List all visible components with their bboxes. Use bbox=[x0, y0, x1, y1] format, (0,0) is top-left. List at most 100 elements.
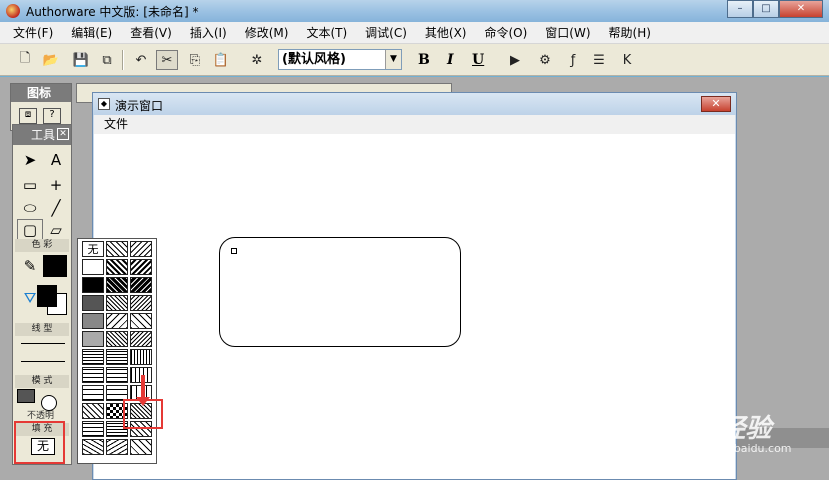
pattern-diag-11[interactable] bbox=[130, 331, 152, 347]
underline-button[interactable]: U bbox=[472, 52, 484, 68]
mode-swatch[interactable] bbox=[17, 389, 35, 403]
import-icon[interactable]: ⧉ bbox=[96, 50, 118, 70]
polygon-tool-icon[interactable]: ▱ bbox=[43, 219, 69, 241]
mode-section-label: 模 式 bbox=[15, 375, 69, 388]
close-button[interactable]: ✕ bbox=[779, 0, 823, 18]
rounded-rectangle-tool-icon[interactable]: ▢ bbox=[17, 219, 43, 241]
line-style-arrow[interactable] bbox=[21, 361, 65, 362]
watermark-url: jingyan.baidu.com bbox=[690, 442, 792, 455]
display-icon[interactable]: ⧈ bbox=[19, 108, 37, 124]
menu-bar: 文件(F) 编辑(E) 查看(V) 插入(I) 修改(M) 文本(T) 调试(C… bbox=[0, 22, 829, 44]
pattern-solid[interactable] bbox=[82, 277, 104, 293]
pattern-diag-6[interactable] bbox=[130, 277, 152, 293]
crosshair-tool-icon[interactable]: + bbox=[43, 174, 69, 196]
rectangle-tool-icon[interactable]: ▭ bbox=[17, 174, 43, 196]
pattern-crosshatch-1[interactable] bbox=[106, 331, 128, 347]
interaction-icon[interactable]: ? bbox=[43, 108, 61, 124]
pattern-zigzag-2[interactable] bbox=[106, 439, 128, 455]
dropdown-arrow-icon[interactable]: ▼ bbox=[385, 50, 401, 69]
undo-icon[interactable]: ↶ bbox=[130, 50, 152, 70]
knowledge-objects-icon[interactable]: K bbox=[616, 50, 638, 70]
new-file-icon[interactable]: 🗋 bbox=[14, 50, 36, 70]
pattern-zigzag-1[interactable] bbox=[82, 439, 104, 455]
title-bar: Authorware 中文版: [未命名] * – □ ✕ bbox=[0, 0, 829, 22]
menu-text[interactable]: 文本(T) bbox=[297, 24, 356, 41]
presentation-close-button[interactable]: ✕ bbox=[701, 96, 731, 112]
pattern-diag-5[interactable] bbox=[106, 277, 128, 293]
authorware-app-icon bbox=[6, 4, 20, 18]
pattern-dots-1[interactable] bbox=[82, 349, 104, 365]
tools-palette-title: 工具 ✕ bbox=[13, 125, 71, 145]
pattern-diag-8[interactable] bbox=[130, 295, 152, 311]
pattern-dots-2[interactable] bbox=[82, 367, 104, 383]
find-icon[interactable]: ✲ bbox=[246, 50, 268, 70]
menu-other[interactable]: 其他(X) bbox=[416, 24, 476, 41]
text-style-value: (默认风格) bbox=[282, 52, 346, 67]
pattern-diag-1[interactable] bbox=[106, 241, 128, 257]
maximize-button[interactable]: □ bbox=[753, 0, 779, 18]
menu-insert[interactable]: 插入(I) bbox=[181, 24, 236, 41]
line-color-swatch[interactable] bbox=[43, 255, 67, 277]
italic-button[interactable]: I bbox=[447, 52, 454, 68]
control-panel-icon[interactable]: ⚙ bbox=[534, 50, 556, 70]
bold-button[interactable]: B bbox=[418, 52, 430, 68]
copy-icon[interactable]: ⎘ bbox=[184, 50, 206, 70]
pattern-white[interactable] bbox=[82, 259, 104, 275]
pattern-none[interactable]: 无 bbox=[82, 241, 104, 257]
tools-palette: 工具 ✕ ➤ A ▭ + ⬭ ╱ ▢ ▱ 色 彩 ✎ ⛛ 线 型 模 式 不透明… bbox=[12, 124, 72, 465]
pattern-diag-4[interactable] bbox=[130, 259, 152, 275]
presentation-menu-bar: 文件 bbox=[94, 115, 735, 134]
presentation-menu-file[interactable]: 文件 bbox=[104, 117, 128, 131]
pattern-dark-grey[interactable] bbox=[82, 295, 104, 311]
save-all-icon[interactable]: 💾 bbox=[70, 50, 92, 70]
menu-modify[interactable]: 修改(M) bbox=[236, 24, 298, 41]
rounded-rectangle-shape[interactable] bbox=[219, 237, 461, 347]
color-section-label: 色 彩 bbox=[15, 239, 69, 252]
tools-close-icon[interactable]: ✕ bbox=[57, 128, 69, 140]
ellipse-tool-icon[interactable]: ⬭ bbox=[17, 197, 43, 219]
minimize-button[interactable]: – bbox=[727, 0, 753, 18]
selection-handle[interactable] bbox=[231, 248, 237, 254]
line-style-thin[interactable] bbox=[21, 343, 65, 344]
pattern-vertical-1[interactable] bbox=[130, 349, 152, 365]
menu-help[interactable]: 帮助(H) bbox=[600, 24, 660, 41]
pattern-weave[interactable] bbox=[82, 403, 104, 419]
pattern-grey[interactable] bbox=[82, 313, 104, 329]
variables-icon[interactable]: ☰ bbox=[588, 50, 610, 70]
pattern-brick[interactable] bbox=[82, 421, 104, 437]
pattern-diag-2[interactable] bbox=[130, 241, 152, 257]
fill-pattern-button[interactable]: 无 bbox=[31, 438, 55, 455]
menu-view[interactable]: 查看(V) bbox=[121, 24, 181, 41]
text-tool-icon[interactable]: A bbox=[43, 149, 69, 171]
menu-debug[interactable]: 调试(C) bbox=[356, 24, 416, 41]
pattern-diag-9[interactable] bbox=[106, 313, 128, 329]
presentation-window-icon: ◆ bbox=[98, 98, 110, 110]
pattern-diag-10[interactable] bbox=[130, 313, 152, 329]
pattern-horizontal-1[interactable] bbox=[106, 349, 128, 365]
red-arrow-annotation bbox=[136, 375, 150, 406]
watermark-logo: Baidu经验 bbox=[636, 414, 772, 444]
line-tool-icon[interactable]: ╱ bbox=[43, 197, 69, 219]
menu-command[interactable]: 命令(O) bbox=[475, 24, 536, 41]
pattern-dots-3[interactable] bbox=[82, 385, 104, 401]
menu-edit[interactable]: 编辑(E) bbox=[62, 24, 121, 41]
toolbar: 🗋 📂 💾 ⧉ ↶ ✂ ⎘ 📋 ✲ ▶ ⚙ ƒ ☰ K bbox=[0, 44, 829, 76]
pointer-tool-icon[interactable]: ➤ bbox=[17, 149, 43, 171]
icons-palette-title: 图标 bbox=[11, 84, 71, 102]
window-controls: – □ ✕ bbox=[727, 0, 823, 18]
functions-icon[interactable]: ƒ bbox=[562, 50, 584, 70]
pattern-diag-3[interactable] bbox=[106, 259, 128, 275]
pen-color-icon[interactable]: ✎ bbox=[17, 255, 43, 277]
run-icon[interactable]: ▶ bbox=[504, 50, 526, 70]
menu-window[interactable]: 窗口(W) bbox=[536, 24, 599, 41]
menu-file[interactable]: 文件(F) bbox=[4, 24, 62, 41]
paste-icon[interactable]: 📋 bbox=[210, 50, 232, 70]
pattern-diag-7[interactable] bbox=[106, 295, 128, 311]
pattern-horizontal-2[interactable] bbox=[106, 367, 128, 383]
text-style-select[interactable]: (默认风格) ▼ bbox=[278, 49, 402, 70]
open-file-icon[interactable]: 📂 bbox=[40, 50, 62, 70]
pattern-light-grey[interactable] bbox=[82, 331, 104, 347]
cut-icon[interactable]: ✂ bbox=[156, 50, 178, 70]
pattern-crosshatch-3[interactable] bbox=[130, 439, 152, 455]
foreground-color-swatch[interactable] bbox=[37, 285, 57, 307]
